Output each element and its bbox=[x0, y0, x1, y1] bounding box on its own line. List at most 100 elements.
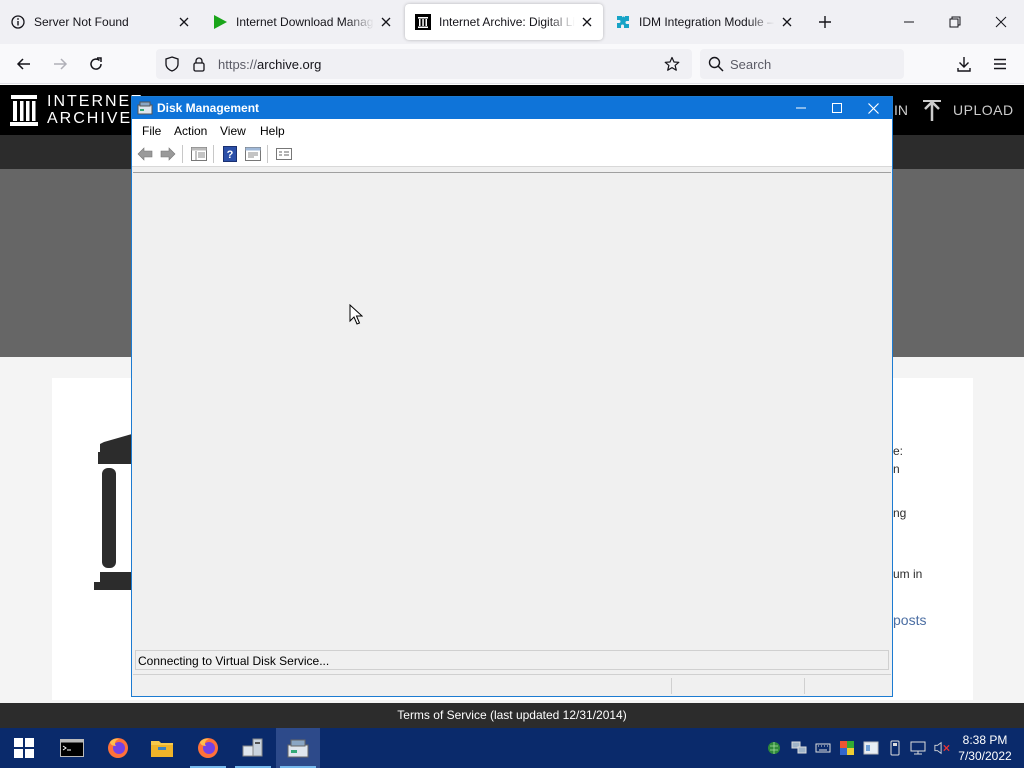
close-window-button[interactable] bbox=[986, 8, 1016, 36]
minimize-button[interactable] bbox=[894, 8, 924, 36]
status-bar bbox=[133, 674, 891, 696]
firefox-icon bbox=[198, 738, 218, 758]
tab-server-not-found[interactable]: Server Not Found bbox=[0, 4, 200, 40]
disk-management-icon bbox=[137, 100, 153, 116]
plus-icon bbox=[819, 16, 831, 28]
window-title: Disk Management bbox=[157, 101, 260, 115]
back-arrow-icon[interactable] bbox=[136, 145, 154, 163]
archive-side-text: e: bbox=[893, 444, 904, 458]
reload-button[interactable] bbox=[84, 52, 108, 76]
archive-posts-link[interactable]: posts bbox=[893, 612, 926, 628]
lock-icon[interactable] bbox=[192, 56, 206, 75]
windows-logo-icon bbox=[14, 738, 34, 758]
new-tab-button[interactable] bbox=[815, 12, 835, 32]
archive-logo-icon[interactable] bbox=[10, 94, 38, 129]
login-link[interactable]: IN bbox=[894, 102, 908, 118]
forward-arrow-icon[interactable] bbox=[159, 145, 177, 163]
taskbar-firefox-open[interactable] bbox=[186, 728, 230, 768]
properties-icon[interactable] bbox=[244, 145, 262, 163]
tab-internet-archive[interactable]: Internet Archive: Digital Librar bbox=[405, 4, 603, 40]
tab-title: IDM Integration Module – Get bbox=[639, 15, 775, 29]
start-button[interactable] bbox=[2, 728, 46, 768]
search-placeholder: Search bbox=[730, 57, 772, 72]
tab-close-icon[interactable] bbox=[579, 14, 595, 30]
archive-side-text: um in bbox=[893, 567, 923, 581]
mouse-cursor-icon bbox=[349, 303, 364, 329]
archive-side-text: ng bbox=[893, 506, 907, 520]
dm-minimize-button[interactable] bbox=[782, 97, 820, 119]
archive-logo-text[interactable]: INTERNET ARCHIVE bbox=[47, 93, 143, 127]
downloads-button[interactable] bbox=[952, 52, 976, 76]
clock-date: 7/30/2022 bbox=[958, 749, 1012, 763]
close-icon bbox=[867, 102, 879, 114]
network-globe-icon[interactable] bbox=[766, 740, 782, 756]
network-computers-icon[interactable] bbox=[791, 740, 807, 756]
taskbar-file-explorer[interactable] bbox=[140, 728, 184, 768]
firefox-icon bbox=[108, 738, 128, 758]
forward-button[interactable] bbox=[48, 52, 72, 76]
help-icon[interactable]: ? bbox=[221, 145, 239, 163]
keyboard-icon[interactable] bbox=[815, 740, 831, 756]
color-app-icon[interactable] bbox=[839, 740, 855, 756]
window-title-bar[interactable]: Disk Management bbox=[132, 97, 892, 119]
taskbar-disk-management[interactable] bbox=[276, 728, 320, 768]
menu-view[interactable]: View bbox=[220, 124, 246, 138]
search-bar[interactable]: Search bbox=[700, 49, 904, 79]
system-clock[interactable]: 8:38 PM 7/30/2022 bbox=[950, 732, 1020, 764]
back-button[interactable] bbox=[12, 52, 36, 76]
menu-button[interactable] bbox=[988, 52, 1012, 76]
taskbar-firefox[interactable] bbox=[96, 728, 140, 768]
window-app-icon[interactable] bbox=[863, 740, 879, 756]
tab-internet-download-manager[interactable]: Internet Download Manager: T bbox=[202, 4, 402, 40]
minimize-icon bbox=[904, 21, 914, 23]
url-text[interactable]: https://archive.org bbox=[218, 57, 321, 72]
puzzle-icon bbox=[615, 14, 631, 30]
tab-close-icon[interactable] bbox=[176, 14, 192, 30]
menu-action[interactable]: Action bbox=[174, 124, 207, 138]
browser-nav-bar: https://archive.org Search bbox=[0, 44, 1024, 84]
taskbar-command-prompt[interactable] bbox=[50, 728, 94, 768]
archive-footer: Terms of Service (last updated 12/31/201… bbox=[0, 703, 1024, 728]
menu-help[interactable]: Help bbox=[260, 124, 285, 138]
dm-maximize-button[interactable] bbox=[818, 97, 856, 119]
hamburger-menu-icon bbox=[994, 58, 1006, 70]
tab-title: Internet Download Manager: T bbox=[236, 15, 374, 29]
tab-close-icon[interactable] bbox=[378, 14, 394, 30]
volume-muted-icon[interactable] bbox=[934, 740, 950, 756]
show-hide-console-tree-icon[interactable] bbox=[190, 145, 208, 163]
usb-device-icon[interactable] bbox=[887, 740, 903, 756]
tab-title: Server Not Found bbox=[34, 15, 129, 29]
status-divider bbox=[671, 678, 672, 694]
network-status-icon[interactable] bbox=[910, 740, 926, 756]
url-bar[interactable]: https://archive.org bbox=[156, 49, 692, 79]
tab-idm-integration-module[interactable]: IDM Integration Module – Get bbox=[605, 4, 803, 40]
taskbar-computer-management[interactable] bbox=[231, 728, 275, 768]
logo-line-1: INTERNET bbox=[47, 93, 143, 110]
url-scheme: https:// bbox=[218, 57, 258, 72]
dm-close-button[interactable] bbox=[854, 97, 892, 119]
terms-of-service-link[interactable]: Terms of Service (last updated 12/31/201… bbox=[397, 708, 626, 722]
restore-button[interactable] bbox=[940, 8, 970, 36]
upload-icon[interactable] bbox=[922, 100, 942, 125]
url-host: archive.org bbox=[257, 57, 322, 72]
toolbar-separator bbox=[182, 145, 183, 163]
close-icon bbox=[995, 16, 1007, 28]
shield-icon[interactable] bbox=[164, 56, 180, 75]
search-icon bbox=[708, 56, 724, 75]
disk-management-icon bbox=[287, 739, 309, 758]
archive-big-logo-icon bbox=[94, 434, 134, 595]
tab-close-icon[interactable] bbox=[779, 14, 795, 30]
volume-list-pane[interactable] bbox=[133, 172, 891, 650]
idm-play-icon bbox=[212, 14, 228, 30]
toolbar-separator bbox=[213, 145, 214, 163]
upload-link[interactable]: UPLOAD bbox=[953, 102, 1014, 118]
browser-tab-strip: Server Not Found Internet Download Manag… bbox=[0, 0, 1024, 44]
computer-management-icon bbox=[242, 738, 263, 757]
bookmark-star-icon[interactable] bbox=[664, 56, 680, 75]
list-view-icon[interactable] bbox=[275, 145, 293, 163]
minimize-icon bbox=[796, 107, 806, 109]
svg-text:?: ? bbox=[227, 149, 234, 161]
menu-file[interactable]: File bbox=[142, 124, 161, 138]
forward-arrow-icon bbox=[54, 58, 68, 70]
command-prompt-icon bbox=[60, 739, 84, 757]
